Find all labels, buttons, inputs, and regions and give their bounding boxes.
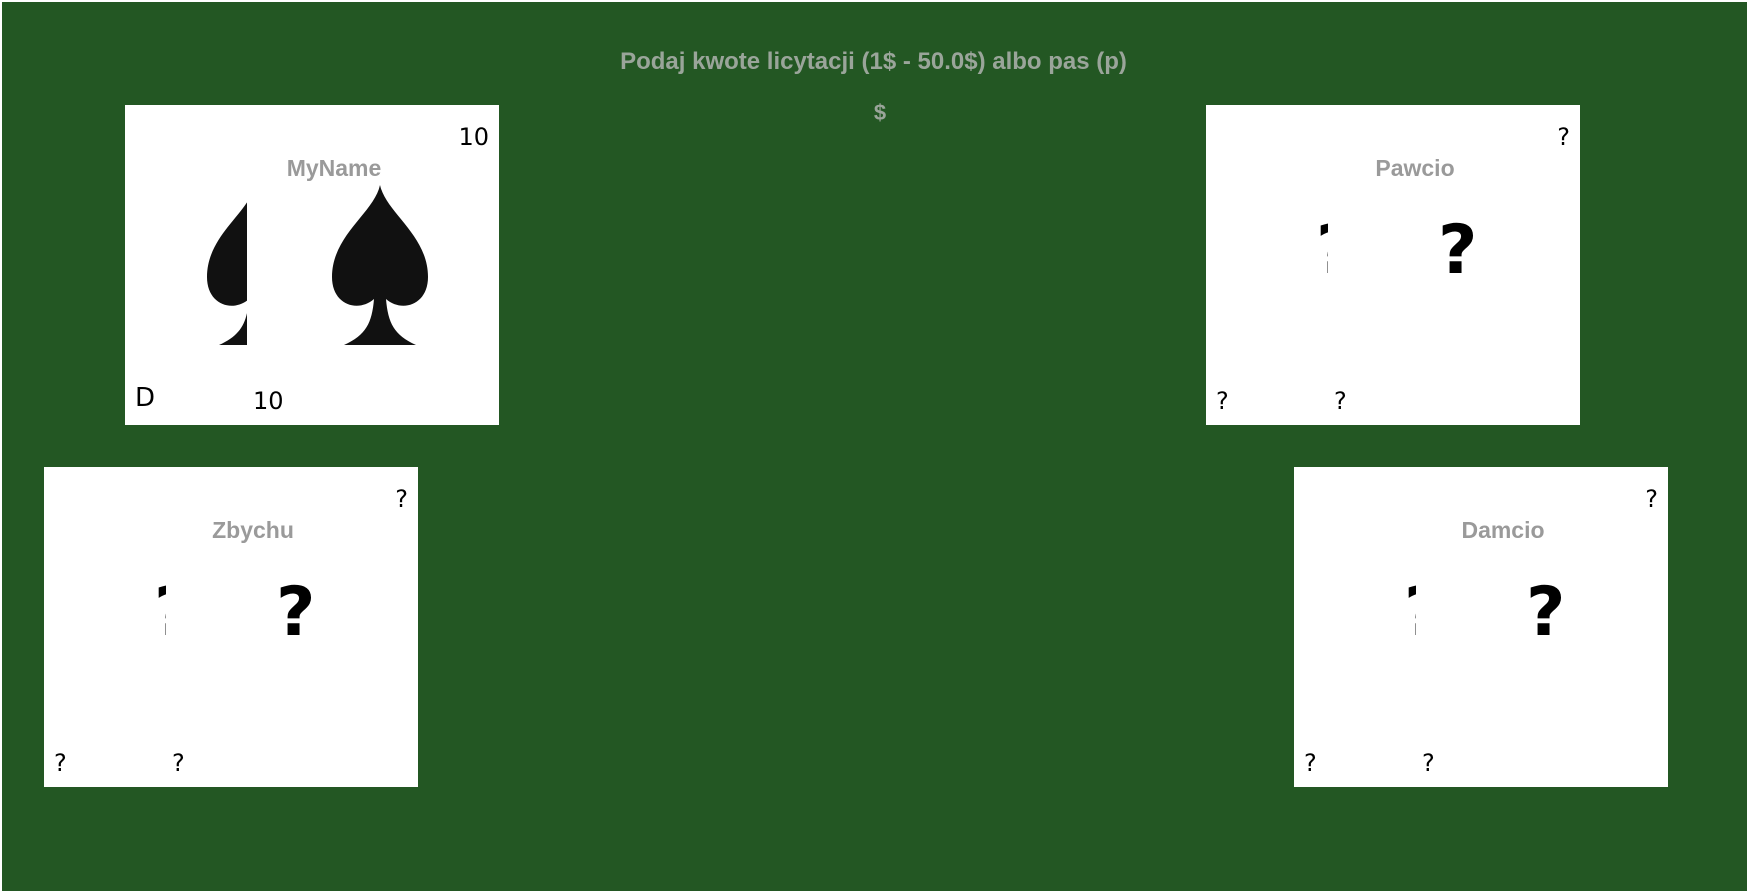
dealer-marker: D	[135, 383, 156, 413]
player-panel-zbychu: Zbychu ? ? ? ? ?	[44, 467, 418, 787]
player-status: ?	[1304, 749, 1317, 777]
card-right[interactable]: ?	[1526, 579, 1586, 659]
hidden-card-right: ?	[276, 579, 316, 652]
player-chips: 10	[458, 123, 489, 151]
player-bet: ?	[1334, 387, 1347, 415]
player-bet: 10	[253, 387, 284, 415]
spade-icon	[207, 202, 247, 345]
hidden-card-right: ?	[1438, 217, 1478, 290]
player-bet: ?	[1422, 749, 1435, 777]
hidden-card-left: ?	[154, 579, 166, 647]
card-left[interactable]: ?	[154, 579, 166, 659]
player-name: Damcio	[1461, 517, 1545, 543]
card-right[interactable]: ?	[1438, 217, 1498, 297]
player-chips: ?	[395, 485, 408, 513]
player-status: ?	[54, 749, 67, 777]
hidden-card-left: ?	[1404, 579, 1416, 647]
card-right[interactable]: ?	[276, 579, 336, 659]
spade-icon	[332, 185, 428, 345]
card-left[interactable]: ?	[1316, 217, 1328, 297]
bid-prompt: Podaj kwote licytacji (1$ - 50.0$) albo …	[620, 48, 1127, 75]
player-chips: ?	[1645, 485, 1658, 513]
player-panel-pawcio: Pawcio ? ? ? ? ?	[1206, 105, 1580, 425]
player-name: Pawcio	[1375, 155, 1455, 181]
player-name: Zbychu	[212, 517, 294, 543]
player-name: MyName	[286, 155, 382, 181]
player-panel-damcio: Damcio ? ? ? ? ?	[1294, 467, 1668, 787]
player-panel-myname: MyName 10 D 10	[125, 105, 499, 425]
player-status: ?	[1216, 387, 1229, 415]
hidden-card-left: ?	[1316, 217, 1328, 285]
card-right[interactable]	[320, 183, 440, 353]
card-left[interactable]	[195, 183, 247, 353]
player-chips: ?	[1557, 123, 1570, 151]
player-bet: ?	[172, 749, 185, 777]
card-left[interactable]: ?	[1404, 579, 1416, 659]
hidden-card-right: ?	[1526, 579, 1566, 652]
